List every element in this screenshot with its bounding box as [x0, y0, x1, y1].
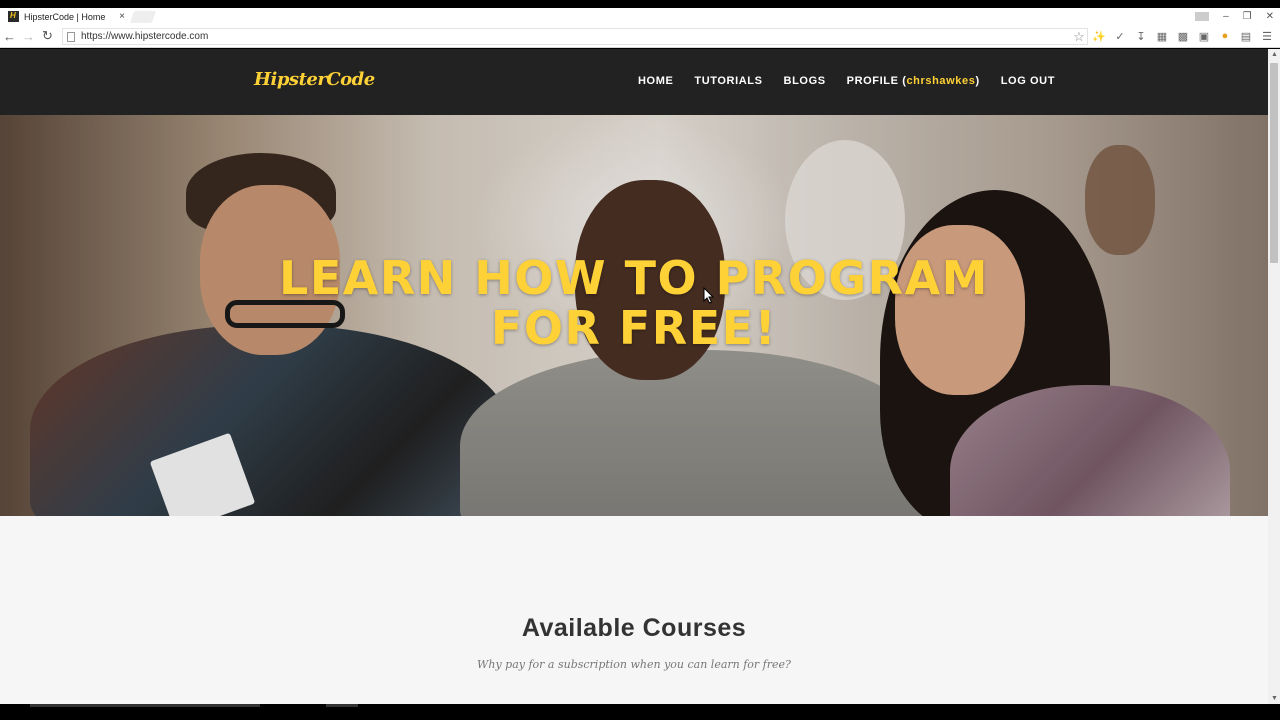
back-icon[interactable]: ← — [0, 26, 19, 46]
nav-blogs[interactable]: BLOGS — [784, 75, 826, 87]
extension-b-icon[interactable]: ✓ — [1113, 29, 1127, 43]
courses-title: Available Courses — [521, 614, 747, 642]
tab-title: HipsterCode | Home — [24, 11, 106, 22]
restore-icon[interactable]: ❐ — [1243, 11, 1252, 22]
browser-toolbar: ← → ↻ https://www.hipstercode.com ☆ ✨ ✓ … — [0, 25, 1280, 48]
nav-home[interactable]: HOME — [638, 75, 673, 87]
main-menu: HOME TUTORIALS BLOGS PROFILE (chrshawkes… — [638, 75, 1055, 87]
site-logo[interactable]: HipsterCode — [254, 69, 375, 90]
download-icon[interactable]: ↧ — [1134, 29, 1148, 43]
nav-profile-prefix: PROFILE ( — [846, 75, 907, 87]
scroll-down-icon[interactable]: ▼ — [1271, 695, 1278, 702]
mouse-cursor-icon — [703, 287, 715, 304]
tab-close-icon[interactable]: × — [117, 11, 127, 22]
reload-icon[interactable]: ↻ — [38, 26, 57, 46]
window-controls: – ❐ ✕ — [1195, 8, 1274, 25]
extension-g-icon[interactable]: ▤ — [1239, 29, 1253, 43]
browser-tab[interactable]: HipsterCode | Home × — [4, 8, 131, 25]
extension-e-icon[interactable]: ▣ — [1197, 29, 1211, 43]
courses-section: Available Courses Why pay for a subscrip… — [0, 516, 1268, 704]
nav-profile-username: chrshawkes — [906, 75, 976, 87]
courses-subtitle: Why pay for a subscription when you can … — [477, 658, 791, 671]
hero-banner: LEARN HOW TO PROGRAM FOR FREE! — [0, 115, 1268, 516]
forward-icon[interactable]: → — [19, 26, 38, 46]
nav-logout[interactable]: LOG OUT — [1001, 75, 1055, 87]
nav-tutorials[interactable]: TUTORIALS — [694, 75, 762, 87]
close-window-icon[interactable]: ✕ — [1266, 11, 1274, 22]
new-tab-button[interactable] — [129, 11, 157, 23]
extension-c-icon[interactable]: ▦ — [1155, 29, 1169, 43]
extension-icons: ✨ ✓ ↧ ▦ ▩ ▣ ● ▤ ☰ — [1092, 29, 1274, 43]
page-icon — [67, 31, 75, 42]
profile-icon[interactable] — [1195, 12, 1210, 21]
url-text[interactable]: https://www.hipstercode.com — [81, 31, 1071, 42]
nav-profile[interactable]: PROFILE (chrshawkes) — [847, 75, 980, 87]
hero-heading: LEARN HOW TO PROGRAM FOR FREE! — [0, 253, 1268, 353]
bookmark-star-icon[interactable]: ☆ — [1071, 29, 1087, 45]
address-bar[interactable]: https://www.hipstercode.com ☆ — [62, 28, 1088, 45]
menu-icon[interactable]: ☰ — [1260, 29, 1274, 43]
browser-title-bar: HipsterCode | Home × – ❐ ✕ — [0, 0, 1280, 25]
scroll-up-icon[interactable]: ▲ — [1271, 51, 1278, 58]
extension-a-icon[interactable]: ✨ — [1092, 29, 1106, 43]
scrollbar-thumb[interactable] — [1270, 63, 1278, 263]
extension-f-icon[interactable]: ● — [1218, 29, 1232, 43]
site-navbar: HipsterCode HOME TUTORIALS BLOGS PROFILE… — [0, 49, 1268, 115]
hero-heading-line-2: FOR FREE! — [490, 301, 778, 355]
page-viewport: HipsterCode HOME TUTORIALS BLOGS PROFILE… — [0, 49, 1268, 704]
minimize-icon[interactable]: – — [1223, 11, 1229, 22]
hero-heading-line-1: LEARN HOW TO PROGRAM — [279, 251, 989, 305]
bottom-bar — [0, 704, 1280, 720]
favicon-icon — [8, 11, 19, 22]
page-scrollbar[interactable]: ▲ ▼ — [1268, 49, 1280, 704]
extension-d-icon[interactable]: ▩ — [1176, 29, 1190, 43]
nav-profile-suffix: ) — [975, 75, 980, 87]
